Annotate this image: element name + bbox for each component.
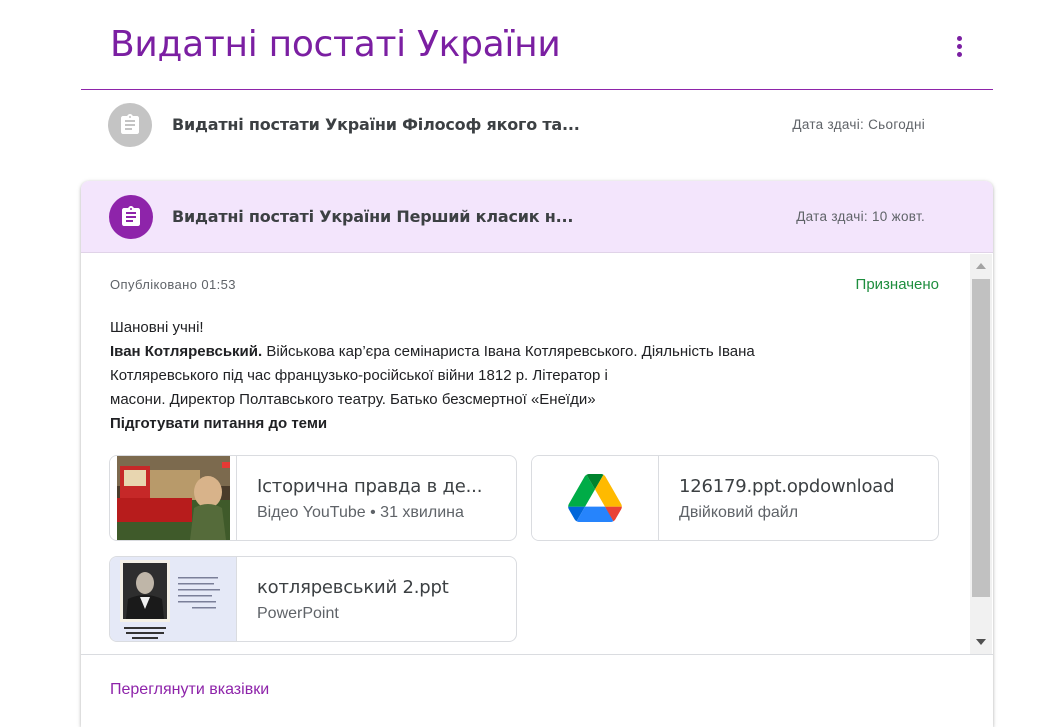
attachment-powerpoint[interactable]: котляревський 2.ppt PowerPoint [109, 556, 517, 642]
attachment-title: Історична правда в де... [257, 476, 483, 497]
attachment-title: котляревський 2.ppt [257, 577, 449, 598]
description-line: масони. Директор Полтавського театру. Ба… [110, 391, 596, 408]
description-bold: Іван Котляревський. [110, 343, 263, 360]
powerpoint-thumbnail [110, 557, 237, 641]
assignment-icon [108, 103, 152, 147]
greeting: Шановні учні! [110, 319, 204, 336]
assignment-icon [109, 195, 153, 239]
youtube-thumbnail [110, 456, 237, 540]
assignment-row[interactable]: Видатні постати України Філософ якого та… [81, 91, 993, 159]
description-line: Котляревського під час французько-російс… [110, 367, 608, 384]
attachment-subtitle: Двійковий файл [679, 504, 799, 521]
posted-time: Опубліковано 01:53 [110, 277, 236, 292]
attachment-drive-file[interactable]: 126179.ppt.opdownload Двійковий файл [531, 455, 939, 541]
scroll-down-arrow-icon[interactable] [970, 630, 992, 654]
topic-header: Видатні постаті України [81, 0, 993, 90]
classroom-page: Видатні постаті України Видатні постати … [0, 0, 1057, 727]
assignment-title: Видатні постати України Філософ якого та… [172, 115, 580, 134]
description-line: Іван Котляревський. Військова кар’єра се… [110, 343, 755, 360]
view-instructions-link[interactable]: Переглянути вказівки [110, 681, 269, 699]
assignment-description: Шановні учні! Іван Котляревський. Військ… [110, 316, 830, 436]
due-date: Дата здачі: Сьогодні [792, 117, 925, 132]
scrollbar[interactable] [970, 254, 992, 654]
more-vertical-icon[interactable] [943, 28, 975, 64]
assignment-details: Опубліковано 01:53 Призначено Шановні уч… [81, 254, 993, 655]
scrollbar-thumb[interactable] [972, 279, 990, 597]
attachment-title: 126179.ppt.opdownload [679, 476, 895, 497]
attachment-youtube[interactable]: Історична правда в де... Відео YouTube •… [109, 455, 517, 541]
attachment-subtitle: Відео YouTube • 31 хвилина [257, 504, 464, 521]
assignment-card-expanded: Видатні постаті України Перший класик н.… [81, 181, 993, 727]
task-text: Підготувати питання до теми [110, 415, 328, 432]
assignment-row[interactable]: Видатні постаті України Перший класик н.… [81, 181, 993, 253]
topic-title: Видатні постаті України [110, 24, 561, 65]
attachment-subtitle: PowerPoint [257, 605, 339, 622]
due-date: Дата здачі: 10 жовт. [796, 209, 925, 224]
status-badge: Призначено [855, 276, 939, 293]
scroll-up-arrow-icon[interactable] [970, 254, 992, 278]
google-drive-icon [532, 456, 659, 540]
assignment-title: Видатні постаті України Перший класик н.… [172, 207, 574, 226]
